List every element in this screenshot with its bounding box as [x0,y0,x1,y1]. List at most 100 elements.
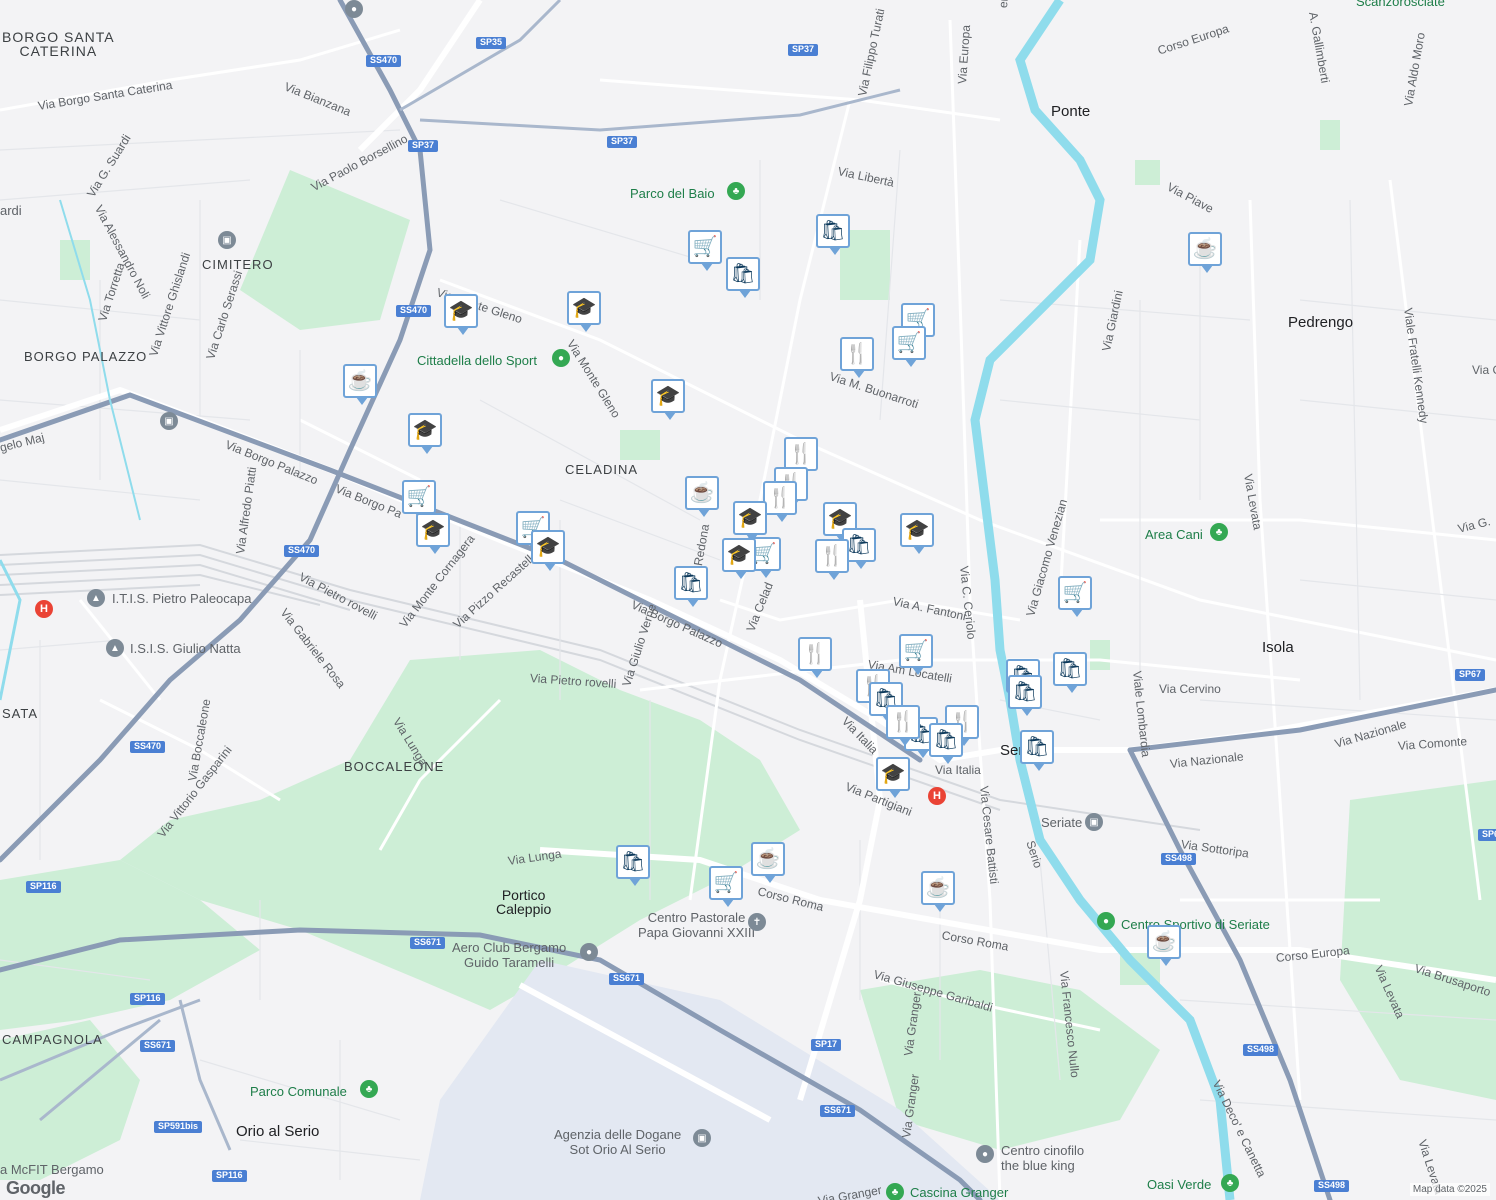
road-shield: SS671 [410,937,446,949]
school-marker[interactable]: 🎓 [531,530,565,571]
bag-icon: 🛍 [620,851,646,873]
road-shield: SP35 [476,37,507,49]
cafe-marker[interactable]: ☕ [685,476,719,517]
train-icon: ▣ [1085,813,1103,831]
poi-mcfit[interactable]: a McFIT Bergamo [0,1162,104,1178]
restaurant-marker[interactable]: 🍴 [840,337,874,378]
google-logo: Google [6,1178,66,1198]
restaurant-marker[interactable]: 🍴 [763,481,797,522]
restaurant-marker[interactable]: 🍴 [886,705,920,746]
street-label: Via Italia [935,763,981,777]
fork-knife-icon: 🍴 [819,545,845,567]
school-marker[interactable]: 🎓 [408,413,442,454]
park-icon: ♣ [1221,1174,1239,1192]
shop-marker[interactable]: 🛍 [616,845,650,886]
poi-cittadella-sport[interactable]: Cittadella dello Sport [417,354,537,367]
road-shield: SS498 [1243,1044,1279,1056]
graduation-cap-icon: 🎓 [904,519,930,541]
cart-icon: 🛒 [896,332,922,354]
poi-aero-club[interactable]: Aero Club Bergamo Guido Taramelli [452,940,566,971]
transit-icon: ▣ [160,412,178,430]
road-shield: SP17 [811,1039,842,1051]
poi-itis[interactable]: I.T.I.S. Pietro Paleocapa [112,591,251,607]
graduation-cap-icon: 🎓 [655,385,681,407]
school-marker[interactable]: 🎓 [900,513,934,554]
map-canvas[interactable]: BORGO SANTA CATERINA CIMITERO BORGO PALA… [0,0,1496,1200]
road-shield: SP37 [607,136,638,148]
airfield-icon: ● [580,943,598,961]
map-attribution[interactable]: Map data ©2025 [1409,1183,1490,1196]
government-icon: ▣ [693,1129,711,1147]
school-marker[interactable]: 🎓 [444,294,478,335]
place-borgo-santa-caterina: BORGO SANTA CATERINA [2,29,115,59]
school-marker[interactable]: 🎓 [733,501,767,542]
poi-seriate-station[interactable]: Seriate [1041,815,1082,831]
restaurant-marker[interactable]: 🍴 [784,437,818,478]
cafe-marker[interactable]: ☕ [1147,925,1181,966]
poi-parco-del-baio[interactable]: Parco del Baio [630,187,715,200]
grocery-marker[interactable]: 🛒 [402,480,436,521]
school-marker[interactable]: 🎓 [567,291,601,332]
poi-centro-cinofilo[interactable]: Centro cinofilo the blue king [1001,1143,1084,1174]
hospital-icon[interactable]: H [928,787,946,805]
poi-centro-pastorale[interactable]: Centro Pastorale Papa Giovanni XXIII [638,910,755,941]
cart-icon: 🛒 [713,872,739,894]
shop-marker[interactable]: 🛍 [726,257,760,298]
grocery-marker[interactable]: 🛒 [688,230,722,271]
road-shield: SP591bis [154,1121,203,1133]
fork-knife-icon: 🍴 [767,487,793,509]
road-shield: SS671 [609,973,645,985]
cafe-marker[interactable]: ☕ [1188,232,1222,273]
poi-parco-comunale[interactable]: Parco Comunale [250,1085,347,1098]
poi-agenzia-dogane[interactable]: Agenzia delle Dogane Sot Orio Al Serio [554,1127,681,1158]
cart-icon: 🛒 [406,486,432,508]
poi-area-cani[interactable]: Area Cani [1145,528,1203,541]
grocery-marker[interactable]: 🛒 [1058,576,1092,617]
road-shield: SS498 [1161,853,1197,865]
school-marker[interactable]: 🎓 [416,513,450,554]
poi-oasi-verde[interactable]: Oasi Verde [1147,1178,1211,1191]
school-marker[interactable]: 🎓 [876,757,910,798]
shop-marker[interactable]: 🛍 [929,723,963,764]
restaurant-marker[interactable]: 🍴 [815,539,849,580]
fork-knife-icon: 🍴 [802,643,828,665]
hospital-icon[interactable]: H [35,600,53,618]
place-borgo-palazzo: BORGO PALAZZO [24,349,148,364]
road-shield: SP116 [26,881,61,893]
cafe-marker[interactable]: ☕ [343,364,377,405]
dog-icon: ● [976,1145,994,1163]
shop-marker[interactable]: 🛍 [1008,675,1042,716]
grocery-marker[interactable]: 🛒 [709,866,743,907]
cafe-marker[interactable]: ☕ [751,842,785,883]
poi-isis[interactable]: I.S.I.S. Giulio Natta [130,641,241,657]
poi-marker-icon: ● [345,0,363,18]
shop-marker[interactable]: 🛍 [1053,652,1087,693]
poi-cascina-granger[interactable]: Cascina Granger [910,1186,1008,1199]
park-icon: ♣ [360,1080,378,1098]
restaurant-marker[interactable]: 🍴 [798,637,832,678]
coffee-icon: ☕ [925,877,951,899]
road-shield: SP116 [212,1170,247,1182]
poi-scanzo[interactable]: Scanzorosciate [1356,0,1445,8]
bag-icon: 🛍 [1012,681,1038,703]
poi-ardi: ardi [0,203,22,218]
cafe-marker[interactable]: ☕ [921,871,955,912]
grocery-marker[interactable]: 🛒 [899,634,933,675]
bag-icon: 🛍 [678,572,704,594]
cart-icon: 🛒 [903,640,929,662]
shop-marker[interactable]: 🛍 [816,214,850,255]
park-icon: ♣ [727,182,745,200]
graduation-cap-icon: 🎓 [726,544,752,566]
school-marker[interactable]: 🎓 [651,379,685,420]
road-shield: SP6 [1478,829,1496,841]
coffee-icon: ☕ [689,482,715,504]
graduation-cap-icon: 🎓 [420,519,446,541]
sport-icon: ● [552,349,570,367]
street-label: Via Cervino [1159,682,1221,696]
shop-marker[interactable]: 🛍 [674,566,708,607]
school-marker[interactable]: 🎓 [722,538,756,579]
shop-marker[interactable]: 🛍 [1020,730,1054,771]
grocery-marker[interactable]: 🛒 [892,326,926,367]
road-shield: SS470 [284,545,320,557]
poi-centro-sportivo[interactable]: Centro Sportivo di Seriate [1121,918,1270,931]
